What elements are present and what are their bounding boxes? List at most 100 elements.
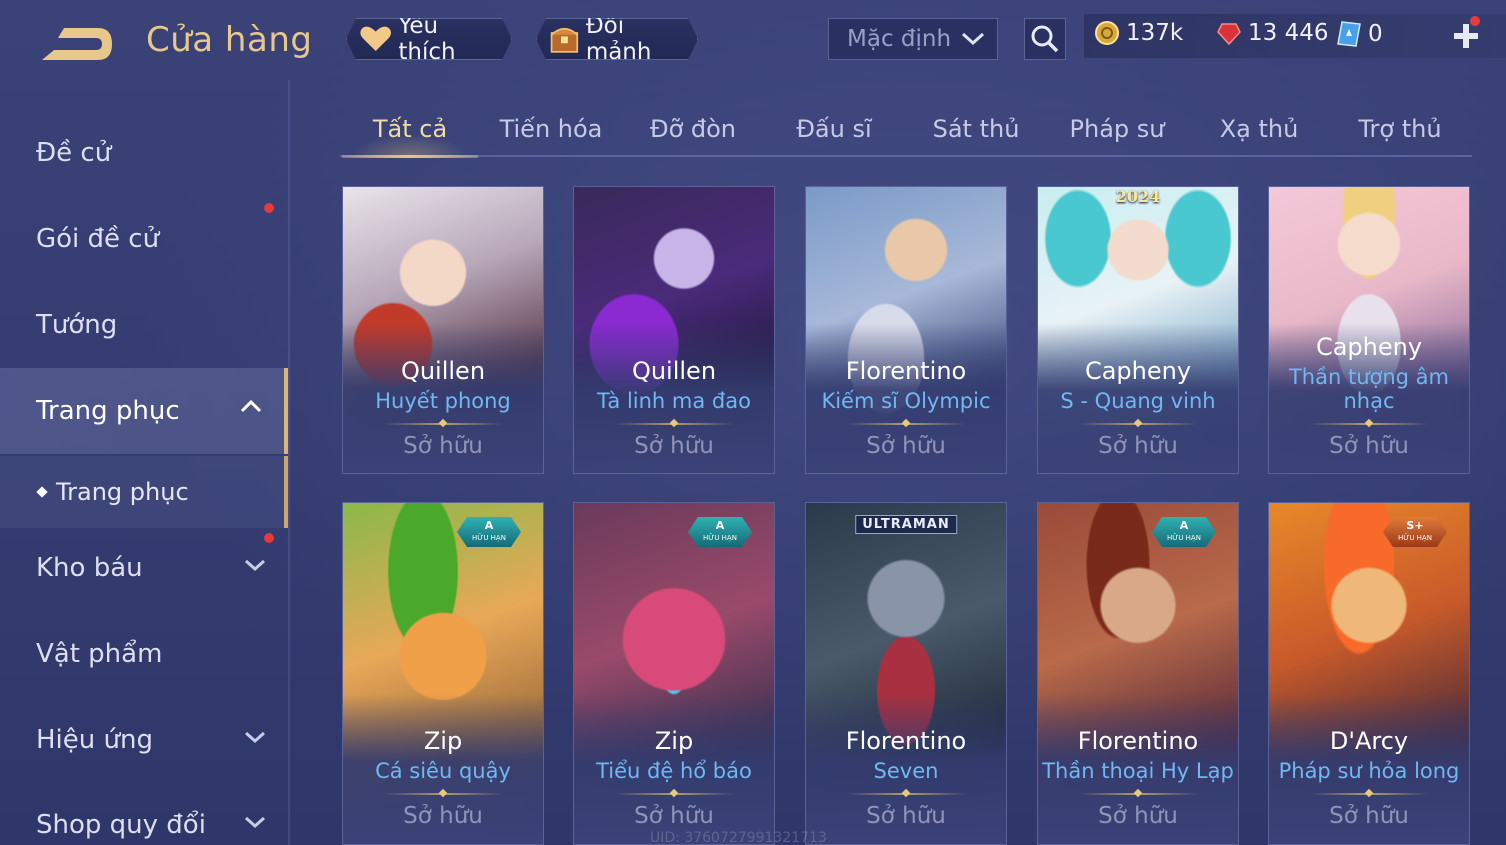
back-button[interactable] [34,22,116,68]
collab-tag: ULTRAMAN [855,515,957,534]
tab-all[interactable]: Tất cả [340,100,480,158]
ownership-status: Sở hữu [634,433,714,459]
sidebar-subitem-label: Trang phục [56,478,189,506]
notification-dot [1470,16,1480,26]
skin-name: Thần thoại Hy Lạp [1042,759,1234,783]
skin-card[interactable]: Capheny Thần tượng âm nhạc Sở hữu [1268,186,1470,474]
add-currency-button[interactable] [1450,16,1482,52]
rarity-badge: A HỮU HẠN [457,517,521,547]
skin-name: Tiểu đệ hổ báo [596,759,752,783]
ownership-status: Sở hữu [866,433,946,459]
limited-label: HỮU HẠN [472,534,506,542]
sidebar-item-recommended-packs[interactable]: Gói đề cử [0,198,288,280]
top-bar: Cửa hàng Yêu thích Đổi mảnh Mặc định 137… [0,0,1506,80]
tab-support[interactable]: Trợ thủ [1330,100,1470,158]
search-button[interactable] [1024,18,1066,60]
sidebar-subitem-skins[interactable]: Trang phục [0,456,288,528]
exchange-label: Đổi mảnh [585,13,652,65]
favorites-button[interactable]: Yêu thích [346,18,512,60]
skin-card[interactable]: ULTRAMAN Florentino Seven Sở hữu [805,502,1007,845]
notification-dot [264,533,274,543]
skin-name: Cá siêu quậy [375,759,511,783]
card-divider [846,793,966,795]
tab-tank[interactable]: Đỡ đòn [623,100,763,158]
voucher-amount: 0 [1368,21,1383,47]
hero-name: Quillen [400,357,486,385]
category-tabs: Tất cả Tiến hóa Đỡ đòn Đấu sĩ Sát thủ Ph… [340,100,1472,158]
gold-amount: 137k [1126,20,1184,46]
chest-icon [549,22,580,56]
skin-card[interactable]: Florentino Kiếm sĩ Olympic Sở hữu [805,186,1007,474]
skin-card[interactable]: A HỮU HẠN Zip Cá siêu quậy Sở hữu [342,502,544,845]
sidebar-item-label: Gói đề cử [36,224,160,254]
sidebar-item-label: Tướng [36,310,118,340]
skin-card[interactable]: 2024 Capheny S - Quang vinh Sở hữu [1037,186,1239,474]
ownership-status: Sở hữu [866,803,946,829]
hero-name: Quillen [631,357,717,385]
tab-mage[interactable]: Pháp sư [1047,100,1187,158]
chevron-down-icon [245,816,265,829]
ownership-status: Sở hữu [1329,433,1409,459]
sidebar-item-recommended[interactable]: Đề cử [0,112,288,194]
skin-name: S - Quang vinh [1060,389,1216,413]
chevron-down-icon [245,559,265,572]
sidebar-item-items[interactable]: Vật phẩm [0,613,288,695]
rarity-badge: S+ HỮU HẠN [1383,517,1447,547]
favorites-label: Yêu thích [398,13,456,65]
sort-value: Mặc định [847,26,952,52]
skin-card[interactable]: A HỮU HẠN Florentino Thần thoại Hy Lạp S… [1037,502,1239,845]
ruby-gem-icon [1217,23,1241,46]
rarity-grade: A [1179,519,1189,532]
heart-icon [359,24,392,54]
skin-name: Tà linh ma đao [597,389,751,413]
sidebar-item-treasure[interactable]: Kho báu [0,527,288,609]
skin-card[interactable]: A HỮU HẠN Zip Tiểu đệ hổ báo Sở hữu [573,502,775,845]
hero-name: Zip [654,727,694,755]
sidebar-item-label: Hiệu ứng [36,725,153,755]
hero-name: Capheny [1315,333,1423,361]
sidebar-item-heroes[interactable]: Tướng [0,284,288,366]
chevron-down-icon [245,731,265,744]
card-divider [1309,793,1429,795]
tab-marksman[interactable]: Xạ thủ [1189,100,1329,158]
chevron-up-icon [240,399,262,413]
tab-fighter[interactable]: Đấu sĩ [764,100,904,158]
skin-name: Kiếm sĩ Olympic [821,389,991,413]
skin-name: Seven [873,759,939,783]
ownership-status: Sở hữu [1098,803,1178,829]
card-divider [614,793,734,795]
sidebar-item-exchange-shop[interactable]: Shop quy đổi [0,784,288,845]
sidebar-item-label: Vật phẩm [36,639,163,669]
sidebar-item-skins[interactable]: Trang phục [0,368,288,454]
skin-card[interactable]: Quillen Huyết phong Sở hữu [342,186,544,474]
tab-assassin[interactable]: Sát thủ [906,100,1046,158]
hero-name: Florentino [845,727,967,755]
ownership-status: Sở hữu [403,803,483,829]
card-divider [614,423,734,425]
sort-dropdown[interactable]: Mặc định [828,18,998,60]
voucher-balance: 0 [1336,20,1383,48]
sidebar-item-label: Trang phục [36,396,180,426]
tab-evolution[interactable]: Tiến hóa [481,100,621,158]
chevron-down-icon [961,32,985,46]
skin-card[interactable]: S+ HỮU HẠN D'Arcy Pháp sư hỏa long Sở hữ… [1268,502,1470,845]
skin-card[interactable]: Quillen Tà linh ma đao Sở hữu [573,186,775,474]
sidebar-item-effects[interactable]: Hiệu ứng [0,699,288,781]
sidebar-item-label: Đề cử [36,138,112,168]
card-divider [383,423,503,425]
skin-name: Huyết phong [375,389,511,413]
exchange-shards-button[interactable]: Đổi mảnh [536,18,698,60]
ruby-amount: 13 446 [1248,20,1329,46]
ownership-status: Sở hữu [1098,433,1178,459]
notification-dot [264,203,274,213]
hero-name: Capheny [1084,357,1192,385]
voucher-icon [1337,21,1361,47]
user-id-watermark: UID: 3760727991321713 [650,830,827,845]
card-divider [1078,793,1198,795]
hero-name: D'Arcy [1329,727,1409,755]
page-title: Cửa hàng [146,20,313,60]
limited-label: HỮU HẠN [1167,534,1201,542]
card-divider [1309,423,1429,425]
skin-name: Pháp sư hỏa long [1278,759,1460,783]
ownership-status: Sở hữu [403,433,483,459]
